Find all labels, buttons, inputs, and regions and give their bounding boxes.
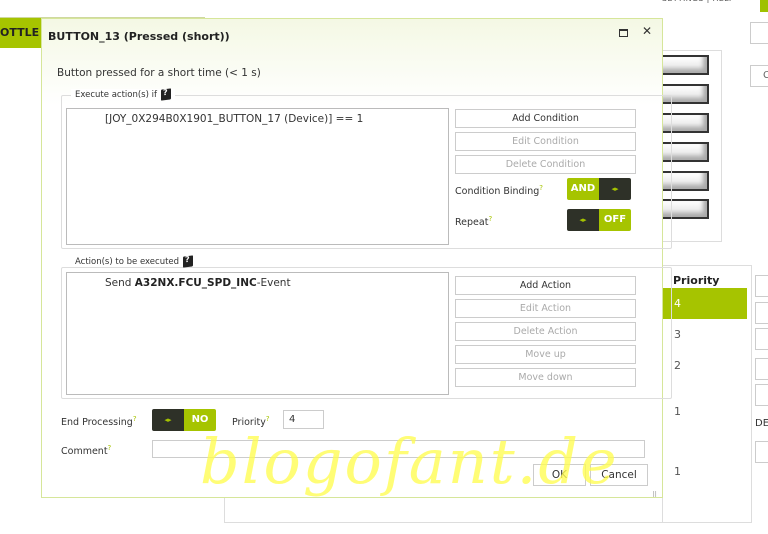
- priority-list: Priority 4 3 2 1 1: [662, 265, 752, 523]
- toggle-value: OFF: [599, 209, 631, 231]
- priority-row[interactable]: 4: [663, 288, 747, 319]
- maximize-icon[interactable]: [619, 29, 628, 37]
- toggle-arrows-icon: ◂▸: [599, 178, 631, 200]
- help-icon[interactable]: ?: [108, 444, 112, 452]
- comment-label: Comment?: [61, 444, 112, 458]
- toggle-arrows-icon: ◂▸: [152, 409, 184, 431]
- background-tab[interactable]: OTTLE Q: [0, 18, 42, 48]
- priority-header: Priority: [673, 274, 720, 287]
- condition-binding-toggle[interactable]: AND ◂▸: [567, 178, 631, 200]
- delete-condition-button[interactable]: Delete Condition: [455, 155, 636, 174]
- edit-condition-button[interactable]: Edit Condition: [455, 132, 636, 151]
- delete-action-button[interactable]: Delete Action: [455, 322, 636, 341]
- help-icon[interactable]: ?: [488, 215, 492, 223]
- help-icon[interactable]: ?: [266, 415, 270, 423]
- toggle-value: NO: [184, 409, 216, 431]
- close-icon[interactable]: ✕: [642, 24, 652, 38]
- background-box[interactable]: [755, 275, 768, 297]
- priority-row[interactable]: 3: [663, 319, 747, 350]
- toggle-value: AND: [567, 178, 599, 200]
- repeat-toggle[interactable]: ◂▸ OFF: [567, 209, 631, 231]
- cancel-button[interactable]: Cancel: [590, 464, 648, 486]
- comment-input[interactable]: [152, 440, 645, 458]
- ok-button[interactable]: OK: [533, 464, 586, 486]
- add-action-button[interactable]: Add Action: [455, 276, 636, 295]
- background-field-1[interactable]: [750, 22, 768, 44]
- priority-label: Priority?: [232, 415, 270, 429]
- edit-action-button[interactable]: Edit Action: [455, 299, 636, 318]
- actions-legend: Action(s) to be executed: [71, 255, 198, 268]
- top-nav-links[interactable]: SETTINGS | HELP: [662, 0, 734, 3]
- help-icon[interactable]: ?: [133, 415, 137, 423]
- repeat-label: Repeat?: [455, 215, 493, 229]
- move-down-button[interactable]: Move down: [455, 368, 636, 387]
- priority-row[interactable]: 1: [663, 396, 747, 427]
- background-button-1[interactable]: [660, 55, 709, 75]
- background-box[interactable]: [755, 328, 768, 350]
- conditions-legend-text: Execute action(s) if: [75, 89, 157, 100]
- condition-binding-label: Condition Binding?: [455, 184, 543, 198]
- condition-item[interactable]: [JOY_0X294B0X1901_BUTTON_17 (Device)] ==…: [67, 109, 448, 125]
- action-item[interactable]: Send A32NX.FCU_SPD_INC-Event: [67, 273, 448, 289]
- resize-grip-icon[interactable]: ⠤ ⠶: [652, 488, 657, 499]
- background-box[interactable]: [755, 358, 768, 380]
- toggle-arrows-icon: ◂▸: [567, 209, 599, 231]
- help-icon[interactable]: ?: [539, 184, 543, 192]
- conditions-list[interactable]: [JOY_0X294B0X1901_BUTTON_17 (Device)] ==…: [66, 108, 449, 245]
- conditions-legend: Execute action(s) if: [71, 88, 175, 101]
- priority-input[interactable]: 4: [283, 410, 324, 429]
- help-book-icon[interactable]: [160, 88, 171, 101]
- priority-row[interactable]: 2: [663, 350, 747, 381]
- dialog-title: BUTTON_13 (Pressed (short)): [48, 30, 230, 43]
- help-book-icon[interactable]: [183, 255, 194, 268]
- end-processing-toggle[interactable]: ◂▸ NO: [152, 409, 216, 431]
- actions-list[interactable]: Send A32NX.FCU_SPD_INC-Event: [66, 272, 449, 395]
- add-condition-button[interactable]: Add Condition: [455, 109, 636, 128]
- move-up-button[interactable]: Move up: [455, 345, 636, 364]
- actions-legend-text: Action(s) to be executed: [75, 256, 180, 267]
- dialog-description: Button pressed for a short time (< 1 s): [57, 67, 261, 79]
- end-processing-label: End Processing?: [61, 415, 137, 429]
- background-field-2[interactable]: C: [750, 65, 768, 87]
- top-accent-block: [760, 0, 768, 12]
- background-box[interactable]: [755, 302, 768, 324]
- priority-row[interactable]: 1: [663, 456, 747, 487]
- background-box[interactable]: [755, 384, 768, 406]
- background-box[interactable]: [755, 441, 768, 463]
- button-config-dialog: BUTTON_13 (Pressed (short)) ✕ Button pre…: [41, 18, 672, 499]
- background-label: DE: [755, 418, 768, 429]
